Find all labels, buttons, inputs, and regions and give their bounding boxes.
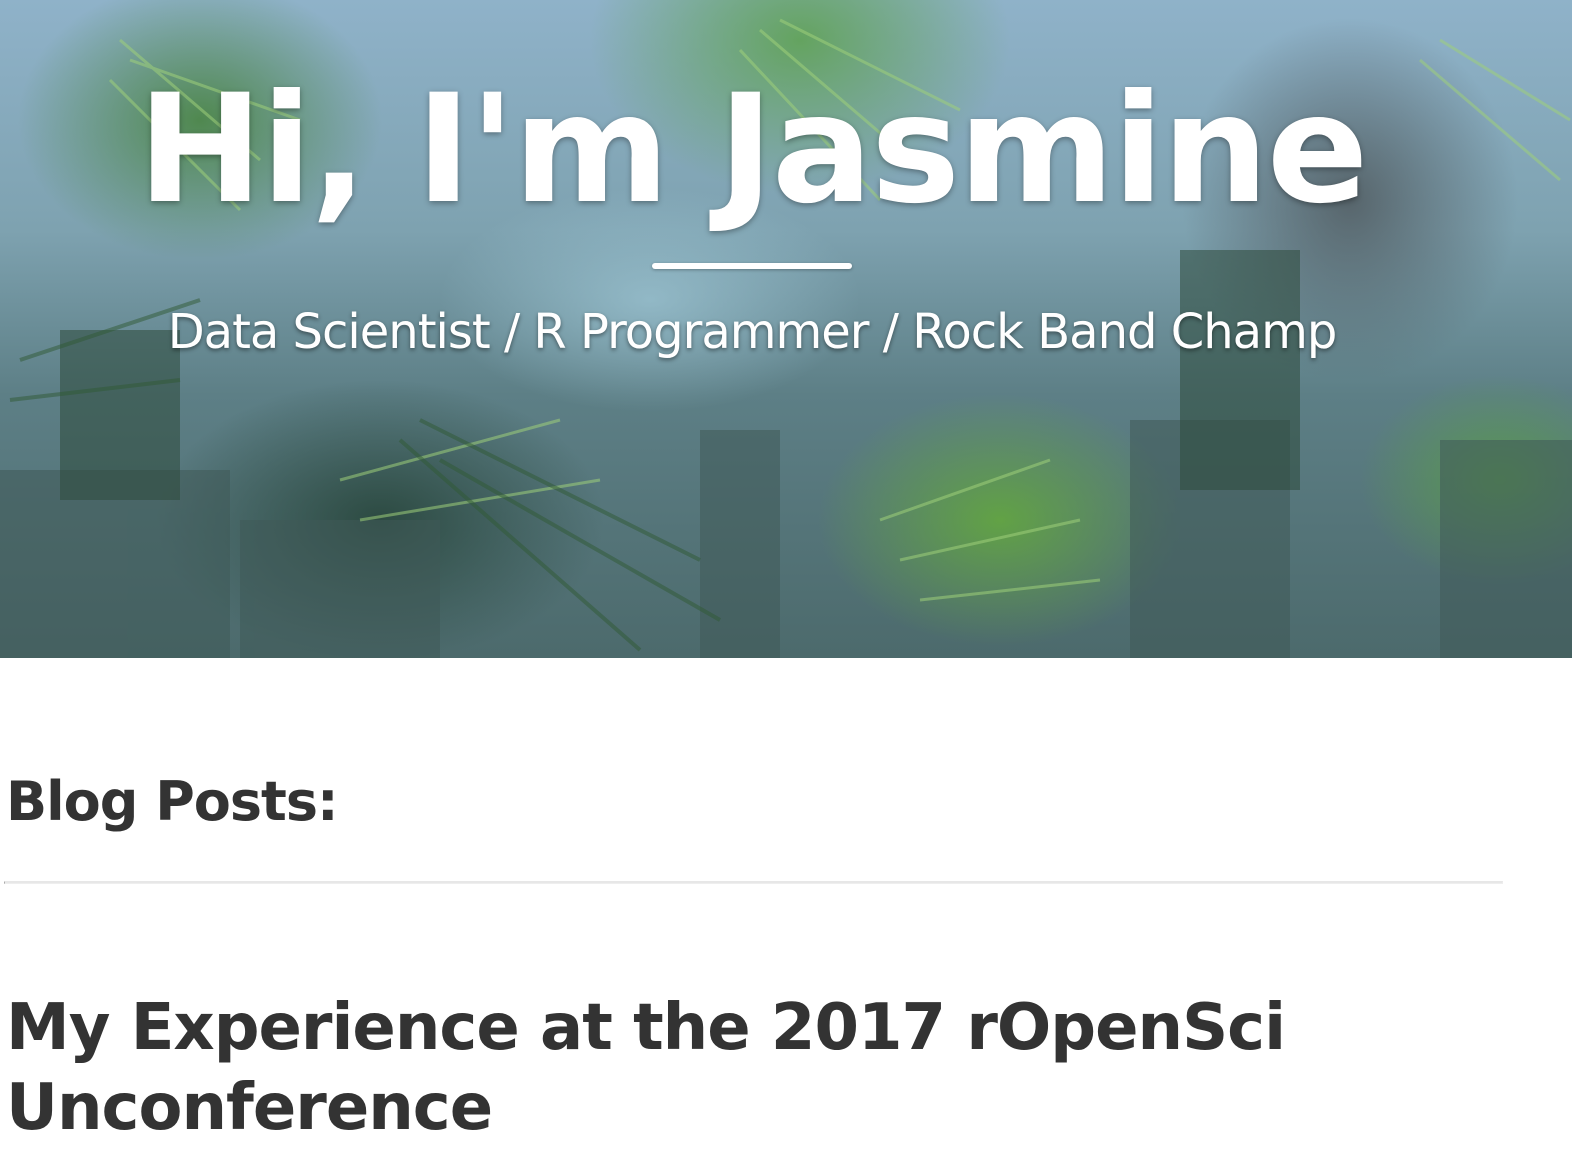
page-title: Hi, I'm Jasmine [137, 63, 1369, 237]
page-subtitle: Data Scientist / R Programmer / Rock Ban… [167, 304, 1338, 360]
title-divider [652, 263, 852, 269]
section-divider [4, 881, 1503, 884]
hero-header: Hi, I'm Jasmine Data Scientist / R Progr… [0, 0, 1572, 658]
post-title-link[interactable]: My Experience at the 2017 rOpenSci Uncon… [6, 988, 1486, 1148]
blog-posts-heading: Blog Posts: [6, 770, 339, 833]
